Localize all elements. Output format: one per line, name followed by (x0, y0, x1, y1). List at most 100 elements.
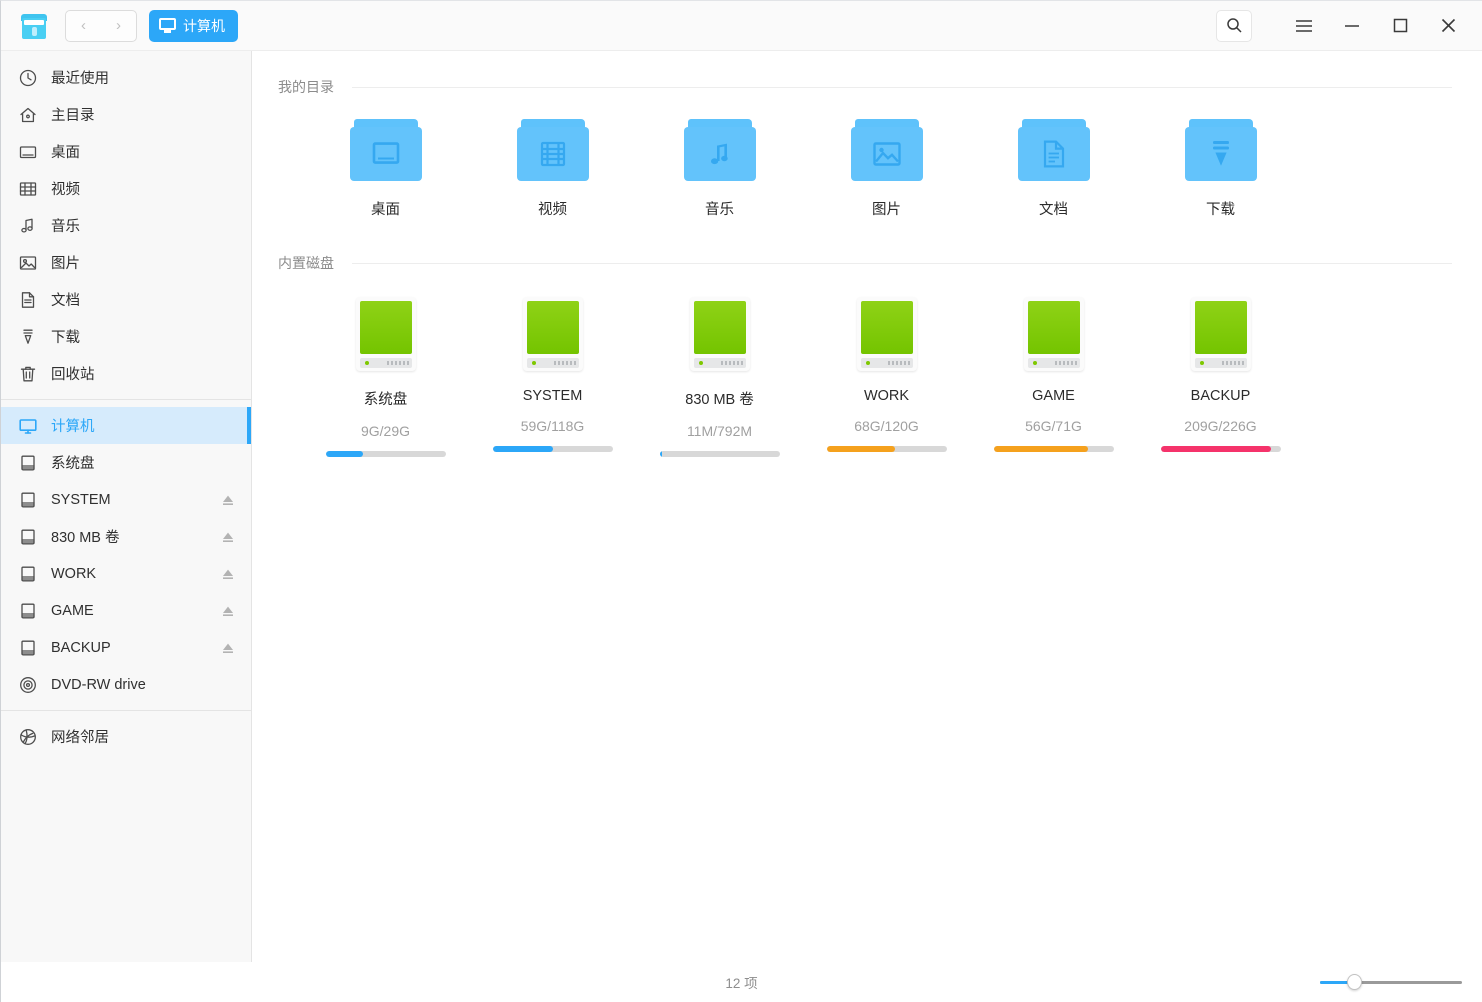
disk-item[interactable]: GAME 56G/71G (970, 279, 1137, 465)
disk-usage-text: 209G/226G (1184, 418, 1257, 434)
disk-usage-bar (1160, 446, 1281, 452)
disk-label: WORK (863, 388, 910, 404)
sidebar-item-下载[interactable]: 下载 (1, 318, 251, 355)
zoom-slider[interactable] (1320, 973, 1462, 991)
sidebar-item-视频[interactable]: 视频 (1, 170, 251, 207)
folder-item[interactable]: 视频 (469, 103, 636, 227)
disk-usage-fill (1160, 446, 1271, 452)
hard-disk-icon (355, 297, 416, 371)
sidebar-item-backup[interactable]: BACKUP (1, 629, 251, 666)
sidebar-item-830-mb-卷[interactable]: 830 MB 卷 (1, 518, 251, 555)
folder-item[interactable]: 文档 (970, 103, 1137, 227)
disk-usage-fill (659, 451, 662, 457)
hamburger-menu-icon (1296, 19, 1312, 32)
hard-disk-icon (689, 297, 750, 371)
folder-item[interactable]: 桌面 (302, 103, 469, 227)
zoom-slider-handle[interactable] (1347, 974, 1363, 990)
hard-disk-icon (856, 297, 917, 371)
image-glyph-icon (851, 127, 923, 181)
disk-usage-text: 9G/29G (360, 423, 411, 439)
sidebar-item-label: 图片 (51, 256, 80, 272)
disk-usage-bar (325, 451, 446, 457)
tab-computer[interactable]: 计算机 (149, 9, 238, 42)
eject-icon[interactable] (221, 493, 235, 507)
disk-icon (17, 489, 39, 511)
folder-icon (349, 119, 422, 181)
disk-item[interactable]: 830 MB 卷 11M/792M (636, 279, 803, 465)
eject-icon[interactable] (221, 530, 235, 544)
optical-disc-icon (17, 674, 39, 696)
section-grid: 系统盘 9G/29G SYSTEM 59G/118G 830 MB 卷 11M/792M W… (276, 279, 1458, 465)
sidebar-item-dvd-rw-drive[interactable]: DVD-RW drive (1, 666, 251, 703)
titlebar: ‹ › 计算机 (1, 1, 1482, 51)
sidebar-item-label: 主目录 (51, 108, 95, 124)
disk-usage-fill (492, 446, 553, 452)
close-button[interactable] (1424, 1, 1472, 51)
maximize-icon (1393, 18, 1407, 33)
sidebar-item-label: GAME (51, 602, 94, 619)
sidebar-item-system[interactable]: SYSTEM (1, 481, 251, 518)
sidebar-item-最近使用[interactable]: 最近使用 (1, 59, 251, 96)
sidebar-item-game[interactable]: GAME (1, 592, 251, 629)
eject-icon[interactable] (221, 641, 235, 655)
disk-usage-text: 56G/71G (1025, 418, 1082, 434)
document-glyph-icon (1018, 127, 1090, 181)
eject-icon (223, 606, 233, 616)
sidebar-item-计算机[interactable]: 计算机 (1, 407, 251, 444)
eject-icon (223, 569, 233, 579)
computer-icon (17, 415, 39, 437)
disk-label: SYSTEM (522, 388, 583, 404)
search-icon (1226, 18, 1242, 33)
document-icon (17, 289, 39, 311)
music-icon (17, 215, 39, 237)
sidebar-item-文档[interactable]: 文档 (1, 281, 251, 318)
sidebar-separator (1, 399, 251, 400)
folder-item[interactable]: 音乐 (636, 103, 803, 227)
disk-item[interactable]: 系统盘 9G/29G (302, 279, 469, 465)
film-glyph-icon (517, 127, 589, 181)
folder-item[interactable]: 下载 (1137, 103, 1304, 227)
disk-usage-bar (492, 446, 613, 452)
maximize-button[interactable] (1376, 1, 1424, 51)
close-icon (1441, 18, 1455, 33)
disk-item[interactable]: WORK 68G/120G (803, 279, 970, 465)
sidebar-item-work[interactable]: WORK (1, 555, 251, 592)
search-button[interactable] (1216, 9, 1252, 42)
sidebar-item-网络邻居[interactable]: 网络邻居 (1, 718, 251, 755)
folder-label: 音乐 (705, 202, 734, 218)
sidebar-item-label: 网络邻居 (51, 730, 109, 746)
desktop-icon (17, 141, 39, 163)
disk-item[interactable]: SYSTEM 59G/118G (469, 279, 636, 465)
minimize-button[interactable] (1328, 1, 1376, 51)
sidebar-separator (1, 710, 251, 711)
folder-icon (683, 119, 756, 181)
section-divider (352, 262, 1452, 264)
download-icon (17, 326, 39, 348)
sidebar-item-label: WORK (51, 565, 97, 582)
menu-button[interactable] (1280, 1, 1328, 51)
eject-icon[interactable] (221, 604, 235, 618)
disk-usage-bar (659, 451, 780, 457)
disk-item[interactable]: BACKUP 209G/226G (1137, 279, 1304, 465)
eject-icon[interactable] (221, 567, 235, 581)
folder-label: 文档 (1039, 202, 1068, 218)
back-button[interactable]: ‹ (66, 11, 101, 41)
disk-icon (17, 452, 39, 474)
folder-icon (850, 119, 923, 181)
disk-usage-text: 59G/118G (520, 418, 585, 434)
sidebar-item-回收站[interactable]: 回收站 (1, 355, 251, 392)
picture-icon (17, 252, 39, 274)
sidebar-item-音乐[interactable]: 音乐 (1, 207, 251, 244)
disk-usage-bar (993, 446, 1114, 452)
disk-label: GAME (1032, 388, 1075, 404)
disk-usage-fill (325, 451, 363, 457)
home-icon (17, 104, 39, 126)
sidebar-item-桌面[interactable]: 桌面 (1, 133, 251, 170)
sidebar-item-主目录[interactable]: 主目录 (1, 96, 251, 133)
sidebar-item-label: 文档 (51, 293, 80, 309)
sidebar-item-系统盘[interactable]: 系统盘 (1, 444, 251, 481)
forward-button[interactable]: › (101, 11, 136, 41)
sidebar-item-图片[interactable]: 图片 (1, 244, 251, 281)
folder-item[interactable]: 图片 (803, 103, 970, 227)
folder-label: 下载 (1206, 202, 1235, 218)
